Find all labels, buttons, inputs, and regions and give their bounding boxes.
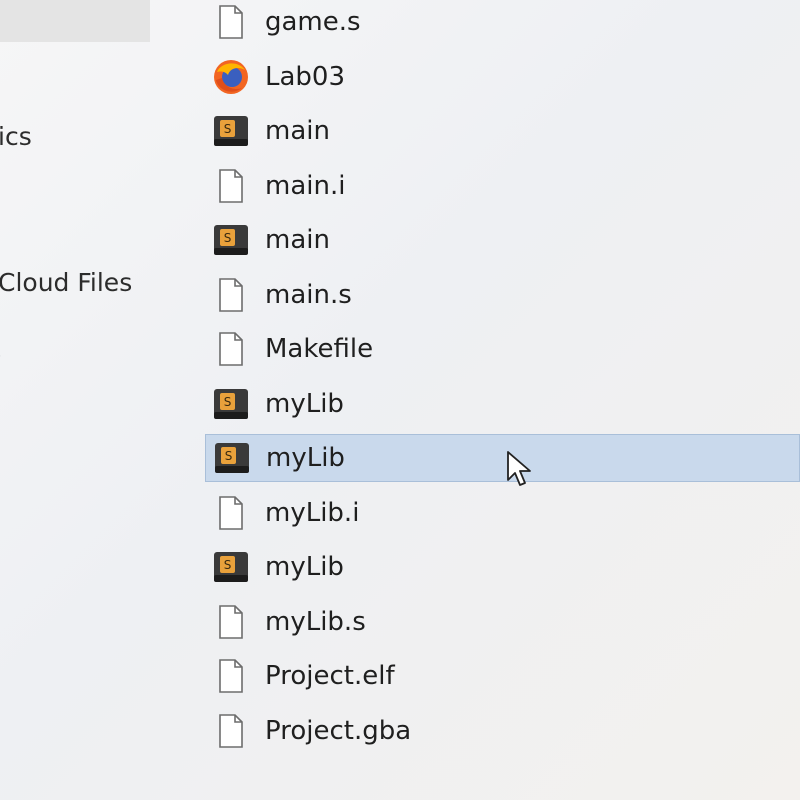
file-name: myLib.s xyxy=(265,606,366,637)
file-explorer-window: ics Cloud Files e t game.sLab03Smainmain… xyxy=(0,0,800,800)
file-list: game.s Lab03 Smain main.i Smain main.s Makefil… xyxy=(205,0,800,800)
file-name: myLib.i xyxy=(265,497,360,528)
file-name: game.s xyxy=(265,7,361,37)
document-icon xyxy=(211,493,251,533)
nav-item-pictures[interactable]: ics xyxy=(0,122,32,151)
sublime-text-icon: S xyxy=(211,111,251,151)
file-row[interactable]: Makefile xyxy=(205,325,800,373)
svg-text:S: S xyxy=(224,558,232,572)
document-icon xyxy=(211,656,251,696)
file-row[interactable]: game.s xyxy=(205,0,800,46)
mouse-cursor-icon xyxy=(507,451,531,486)
firefox-icon xyxy=(211,57,251,97)
file-row[interactable]: SmyLib xyxy=(205,434,800,482)
file-name: myLib xyxy=(266,443,345,473)
file-row[interactable]: main.s xyxy=(205,271,800,319)
file-name: Project.gba xyxy=(265,715,412,746)
sublime-text-icon: S xyxy=(212,438,252,478)
document-icon xyxy=(211,711,251,751)
document-icon xyxy=(211,329,251,369)
document-icon xyxy=(211,275,251,315)
svg-text:S: S xyxy=(225,449,233,463)
file-row[interactable]: Smain xyxy=(205,216,800,264)
document-icon xyxy=(211,602,251,642)
sublime-text-icon: S xyxy=(211,547,251,587)
nav-item-highlight[interactable] xyxy=(0,0,150,42)
document-icon xyxy=(211,166,251,206)
file-row[interactable]: SmyLib xyxy=(205,380,800,428)
svg-text:S: S xyxy=(224,122,232,136)
file-name: Lab03 xyxy=(265,61,346,92)
nav-item-cloud-files[interactable]: Cloud Files xyxy=(0,268,132,297)
file-row[interactable]: Smain xyxy=(205,107,800,155)
file-row[interactable]: myLib.i xyxy=(205,489,800,537)
file-row[interactable]: main.i xyxy=(205,162,800,210)
file-row[interactable]: Lab03 xyxy=(205,53,800,101)
file-row[interactable]: myLib.s xyxy=(205,598,800,646)
file-row[interactable]: SmyLib xyxy=(205,543,800,591)
svg-text:S: S xyxy=(224,231,232,245)
file-name: myLib xyxy=(265,388,344,419)
file-name: main.i xyxy=(265,170,346,201)
sublime-text-icon: S xyxy=(211,384,251,424)
file-name: Project.elf xyxy=(265,661,395,691)
file-name: myLib xyxy=(265,552,344,582)
sublime-text-icon: S xyxy=(211,220,251,260)
navigation-pane: ics Cloud Files e t xyxy=(0,0,200,800)
document-icon xyxy=(211,2,251,42)
file-name: main.s xyxy=(265,279,352,310)
file-name: main xyxy=(265,225,330,255)
file-name: main xyxy=(265,116,330,146)
file-name: Makefile xyxy=(265,334,374,364)
file-row[interactable]: Project.gba xyxy=(205,707,800,755)
nav-item-partial[interactable]: e xyxy=(0,340,1,369)
file-row[interactable]: Project.elf xyxy=(205,652,800,700)
svg-text:S: S xyxy=(224,395,232,409)
